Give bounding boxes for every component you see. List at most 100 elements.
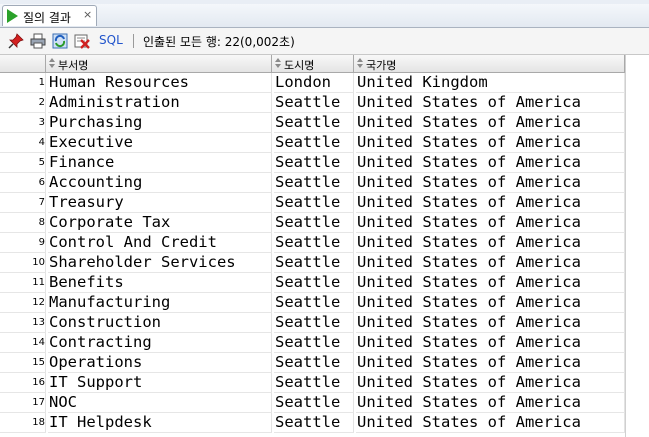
city-name-cell[interactable]: Seattle <box>274 253 354 273</box>
row-number-cell[interactable]: 5 <box>0 153 46 173</box>
dept-name-cell[interactable]: Construction <box>48 313 272 333</box>
table-row[interactable]: 2 Administration Seattle United States of A… <box>0 93 625 113</box>
dept-name-cell[interactable]: Benefits <box>48 273 272 293</box>
city-name-cell[interactable]: Seattle <box>274 273 354 293</box>
table-row[interactable]: 7 Treasury Seattle United States of America <box>0 193 625 213</box>
row-number-cell[interactable]: 18 <box>0 413 46 433</box>
row-number-cell[interactable]: 4 <box>0 133 46 153</box>
country-name-cell[interactable]: United States of America <box>356 293 625 313</box>
pin-icon[interactable] <box>8 33 24 49</box>
dept-name-cell[interactable]: Purchasing <box>48 113 272 133</box>
table-row[interactable]: 10 Shareholder Services Seattle United Stat… <box>0 253 625 273</box>
country-name-cell[interactable]: United States of America <box>356 413 625 433</box>
dept-name-cell[interactable]: Corporate Tax <box>48 213 272 233</box>
country-name-cell[interactable]: United States of America <box>356 253 625 273</box>
city-name-cell[interactable]: Seattle <box>274 353 354 373</box>
row-number-cell[interactable]: 9 <box>0 233 46 253</box>
row-number-cell[interactable]: 15 <box>0 353 46 373</box>
table-row[interactable]: 15 Operations Seattle United States of Amer… <box>0 353 625 373</box>
row-number-cell[interactable]: 8 <box>0 213 46 233</box>
sql-button[interactable]: SQL <box>99 33 123 47</box>
column-header-dept[interactable]: 부서명 <box>46 55 272 72</box>
table-row[interactable]: 5 Finance Seattle United States of America <box>0 153 625 173</box>
table-row[interactable]: 14 Contracting Seattle United States of Ame… <box>0 333 625 353</box>
dept-name-cell[interactable]: Control And Credit <box>48 233 272 253</box>
dept-name-cell[interactable]: Contracting <box>48 333 272 353</box>
country-name-cell[interactable]: United States of America <box>356 153 625 173</box>
city-name-cell[interactable]: Seattle <box>274 233 354 253</box>
column-header-city[interactable]: 도시명 <box>272 55 354 72</box>
dept-name-cell[interactable]: Executive <box>48 133 272 153</box>
city-name-cell[interactable]: Seattle <box>274 393 354 413</box>
table-row[interactable]: 12 Manufacturing Seattle United States of A… <box>0 293 625 313</box>
row-number-cell[interactable]: 1 <box>0 73 46 93</box>
country-name-cell[interactable]: United States of America <box>356 313 625 333</box>
dept-name-cell[interactable]: Shareholder Services <box>48 253 272 273</box>
country-name-cell[interactable]: United States of America <box>356 333 625 353</box>
row-number-cell[interactable]: 16 <box>0 373 46 393</box>
dept-name-cell[interactable]: Accounting <box>48 173 272 193</box>
table-row[interactable]: 9 Control And Credit Seattle United States … <box>0 233 625 253</box>
row-number-cell[interactable]: 13 <box>0 313 46 333</box>
table-row[interactable]: 6 Accounting Seattle United States of Ameri… <box>0 173 625 193</box>
dept-name-cell[interactable]: Manufacturing <box>48 293 272 313</box>
country-name-cell[interactable]: United States of America <box>356 193 625 213</box>
table-row[interactable]: 17 NOC Seattle United States of America <box>0 393 625 413</box>
country-name-cell[interactable]: United States of America <box>356 93 625 113</box>
table-row[interactable]: 4 Executive Seattle United States of Americ… <box>0 133 625 153</box>
close-tab-icon[interactable]: × <box>83 8 92 21</box>
row-number-cell[interactable]: 6 <box>0 173 46 193</box>
table-row[interactable]: 18 IT Helpdesk Seattle United States of Ame… <box>0 413 625 433</box>
dept-name-cell[interactable]: Treasury <box>48 193 272 213</box>
country-name-cell[interactable]: United States of America <box>356 273 625 293</box>
row-number-cell[interactable]: 10 <box>0 253 46 273</box>
country-name-cell[interactable]: United States of America <box>356 173 625 193</box>
export-excel-icon[interactable] <box>74 33 90 49</box>
country-name-cell[interactable]: United States of America <box>356 213 625 233</box>
city-name-cell[interactable]: Seattle <box>274 413 354 433</box>
city-name-cell[interactable]: Seattle <box>274 133 354 153</box>
column-header-country[interactable]: 국가명 <box>354 55 625 72</box>
dept-name-cell[interactable]: Administration <box>48 93 272 113</box>
dept-name-cell[interactable]: IT Support <box>48 373 272 393</box>
country-name-cell[interactable]: United States of America <box>356 113 625 133</box>
city-name-cell[interactable]: Seattle <box>274 373 354 393</box>
table-row[interactable]: 3 Purchasing Seattle United States of Ameri… <box>0 113 625 133</box>
row-number-cell[interactable]: 3 <box>0 113 46 133</box>
row-number-cell[interactable]: 2 <box>0 93 46 113</box>
table-row[interactable]: 16 IT Support Seattle United States of Amer… <box>0 373 625 393</box>
country-name-cell[interactable]: United States of America <box>356 353 625 373</box>
city-name-cell[interactable]: Seattle <box>274 113 354 133</box>
country-name-cell[interactable]: United States of America <box>356 133 625 153</box>
dept-name-cell[interactable]: IT Helpdesk <box>48 413 272 433</box>
city-name-cell[interactable]: Seattle <box>274 333 354 353</box>
print-icon[interactable] <box>30 33 46 49</box>
table-row[interactable]: 8 Corporate Tax Seattle United States of Am… <box>0 213 625 233</box>
city-name-cell[interactable]: Seattle <box>274 93 354 113</box>
city-name-cell[interactable]: Seattle <box>274 153 354 173</box>
country-name-cell[interactable]: United States of America <box>356 393 625 413</box>
city-name-cell[interactable]: Seattle <box>274 213 354 233</box>
dept-name-cell[interactable]: NOC <box>48 393 272 413</box>
country-name-cell[interactable]: United Kingdom <box>356 73 625 93</box>
row-number-cell[interactable]: 17 <box>0 393 46 413</box>
dept-name-cell[interactable]: Finance <box>48 153 272 173</box>
country-name-cell[interactable]: United States of America <box>356 373 625 393</box>
table-row[interactable]: 11 Benefits Seattle United States of Americ… <box>0 273 625 293</box>
dept-name-cell[interactable]: Operations <box>48 353 272 373</box>
city-name-cell[interactable]: London <box>274 73 354 93</box>
city-name-cell[interactable]: Seattle <box>274 193 354 213</box>
country-name-cell[interactable]: United States of America <box>356 233 625 253</box>
row-number-cell[interactable]: 7 <box>0 193 46 213</box>
tab-query-result[interactable]: 질의 결과 × <box>2 5 97 26</box>
city-name-cell[interactable]: Seattle <box>274 293 354 313</box>
dept-name-cell[interactable]: Human Resources <box>48 73 272 93</box>
table-row[interactable]: 1 Human Resources London United Kingdom <box>0 73 625 93</box>
table-row[interactable]: 13 Construction Seattle United States of Am… <box>0 313 625 333</box>
city-name-cell[interactable]: Seattle <box>274 313 354 333</box>
refresh-icon[interactable] <box>52 33 68 49</box>
row-number-cell[interactable]: 14 <box>0 333 46 353</box>
city-name-cell[interactable]: Seattle <box>274 173 354 193</box>
row-number-cell[interactable]: 12 <box>0 293 46 313</box>
row-number-cell[interactable]: 11 <box>0 273 46 293</box>
